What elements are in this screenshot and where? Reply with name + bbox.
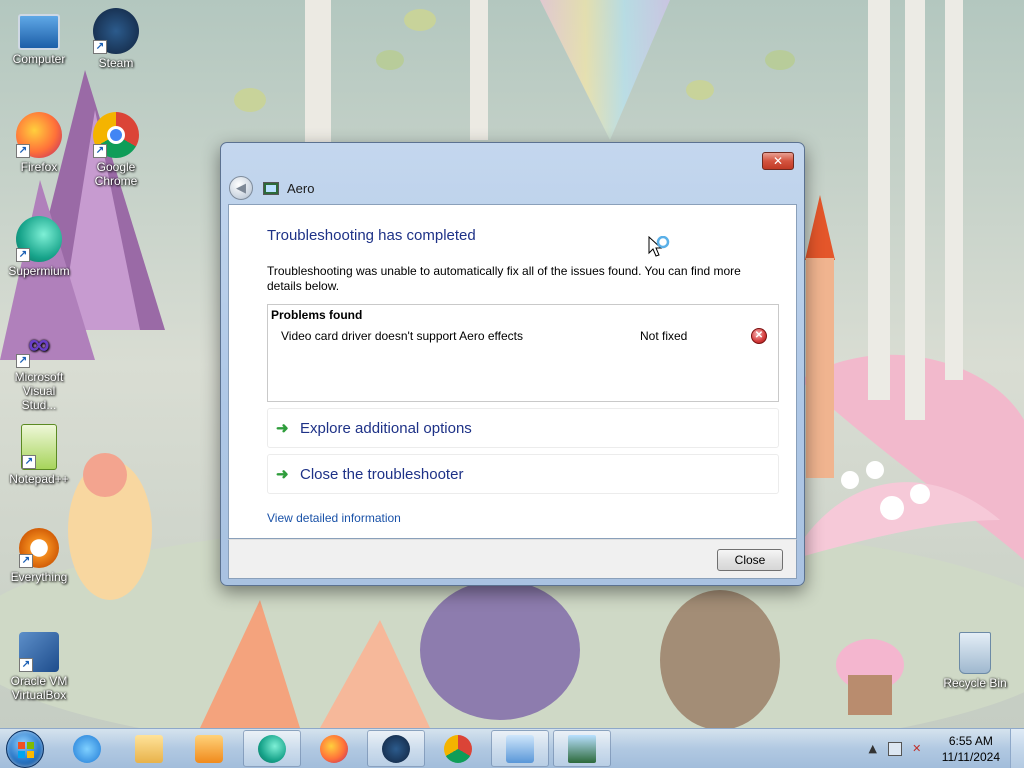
shortcut-arrow-icon: ↗ bbox=[19, 658, 33, 672]
recycle-bin-icon bbox=[959, 632, 991, 674]
visual-studio-icon: ∞ ↗ bbox=[16, 322, 62, 368]
result-description: Troubleshooting was unable to automatica… bbox=[267, 264, 741, 293]
problems-header: Problems found bbox=[271, 308, 363, 322]
clock-time: 6:55 AM bbox=[948, 734, 993, 748]
shortcut-arrow-icon: ↗ bbox=[93, 40, 107, 54]
taskbar-chrome[interactable] bbox=[429, 730, 487, 767]
show-hidden-icons-icon[interactable]: ▲ bbox=[866, 742, 880, 756]
busy-cursor-icon bbox=[648, 236, 670, 257]
chrome-icon bbox=[444, 734, 472, 763]
desktop-icon-virtualbox[interactable]: ↗ Oracle VM VirtualBox bbox=[1, 632, 77, 702]
shortcut-arrow-icon: ↗ bbox=[16, 248, 30, 262]
desktop-icon-firefox[interactable]: ↗ Firefox bbox=[1, 112, 77, 174]
supermium-icon bbox=[258, 734, 286, 763]
taskbar-supermium[interactable] bbox=[243, 730, 301, 767]
desktop-icon-label: Supermium bbox=[8, 264, 70, 278]
computer-icon bbox=[18, 14, 60, 50]
clock-date: 11/11/2024 bbox=[941, 750, 1000, 764]
supermium-icon: ↗ bbox=[16, 216, 62, 262]
everything-icon: ↗ bbox=[19, 528, 59, 568]
shortcut-arrow-icon: ↗ bbox=[16, 354, 30, 368]
close-button[interactable]: Close bbox=[717, 549, 783, 571]
taskbar-control-panel[interactable] bbox=[491, 730, 549, 767]
desktop-icon-label: Everything bbox=[10, 570, 68, 584]
taskbar-aero-troubleshooter[interactable] bbox=[553, 730, 611, 767]
taskbar: ▲ ✕ 6:55 AM 11/11/2024 bbox=[0, 728, 1024, 768]
error-icon: ✕ bbox=[751, 328, 767, 344]
system-tray: ▲ ✕ 6:55 AM 11/11/2024 bbox=[866, 729, 1024, 768]
option-label: Explore additional options bbox=[300, 419, 472, 437]
view-details-link[interactable]: View detailed information bbox=[267, 511, 401, 525]
desktop-icon-label: Microsoft Visual Stud... bbox=[14, 370, 64, 412]
desktop-icon-label: Computer bbox=[12, 52, 66, 66]
desktop-icon-notepadpp[interactable]: ↗ Notepad++ bbox=[1, 424, 77, 486]
desktop-icon-everything[interactable]: ↗ Everything bbox=[1, 528, 77, 584]
firefox-icon bbox=[320, 734, 348, 763]
chrome-center bbox=[107, 126, 125, 144]
desktop-icon-chrome[interactable]: ↗ Google Chrome bbox=[78, 112, 154, 188]
show-desktop-button[interactable] bbox=[1010, 729, 1024, 768]
desktop-icon-supermium[interactable]: ↗ Supermium bbox=[1, 216, 77, 278]
desktop-icon-label: Firefox bbox=[20, 160, 58, 174]
problems-found-panel: Problems found Video card driver doesn't… bbox=[267, 304, 779, 402]
aero-app-icon bbox=[263, 181, 279, 195]
desktop-icon-steam[interactable]: ↗ Steam bbox=[78, 8, 154, 70]
folder-icon bbox=[135, 734, 163, 763]
problem-status: Not fixed bbox=[640, 329, 688, 343]
control-panel-icon bbox=[506, 734, 534, 763]
dialog-content: Troubleshooting has completed Troublesho… bbox=[228, 204, 797, 539]
desktop-icon-label: Notepad++ bbox=[9, 472, 69, 486]
start-button[interactable] bbox=[6, 730, 44, 768]
dialog-footer: Close bbox=[228, 539, 797, 579]
close-icon: ✕ bbox=[772, 154, 784, 168]
troubleshooter-window: ✕ ◀ Aero Troubleshooting has completed T… bbox=[220, 142, 805, 586]
desktop-icon-label: Google Chrome bbox=[94, 160, 138, 188]
notepadpp-icon: ↗ bbox=[21, 424, 57, 470]
media-player-icon bbox=[195, 734, 223, 763]
virtualbox-icon: ↗ bbox=[19, 632, 59, 672]
firefox-icon: ↗ bbox=[16, 112, 62, 158]
problem-name: Video card driver doesn't support Aero e… bbox=[281, 329, 523, 343]
page-title: Troubleshooting has completed bbox=[267, 227, 476, 244]
steam-icon: ↗ bbox=[93, 8, 139, 54]
internet-explorer-icon bbox=[73, 734, 101, 763]
taskbar-clock[interactable]: 6:55 AM 11/11/2024 bbox=[942, 733, 1000, 765]
taskbar-steam[interactable] bbox=[367, 730, 425, 767]
taskbar-media-player[interactable] bbox=[180, 730, 238, 767]
desktop-icon-recycle-bin[interactable]: Recycle Bin bbox=[937, 632, 1013, 690]
desktop-icon-label: Recycle Bin bbox=[943, 676, 1007, 690]
volume-muted-icon[interactable]: ✕ bbox=[910, 742, 924, 756]
explore-options-link[interactable]: ➜ Explore additional options bbox=[267, 408, 779, 448]
shortcut-arrow-icon: ↗ bbox=[22, 455, 36, 469]
green-arrow-icon: ➜ bbox=[276, 420, 289, 437]
taskbar-internet-explorer[interactable] bbox=[58, 730, 116, 767]
close-troubleshooter-link[interactable]: ➜ Close the troubleshooter bbox=[267, 454, 779, 494]
shortcut-arrow-icon: ↗ bbox=[16, 144, 30, 158]
desktop-icon-label: Oracle VM VirtualBox bbox=[10, 674, 68, 702]
steam-icon bbox=[382, 734, 410, 763]
window-close-button[interactable]: ✕ bbox=[762, 152, 794, 170]
navigation-bar: ◀ Aero bbox=[229, 175, 314, 201]
back-button[interactable]: ◀ bbox=[229, 176, 253, 200]
window-title: Aero bbox=[287, 180, 315, 196]
aero-app-icon bbox=[568, 734, 596, 763]
desktop-icon-visual-studio[interactable]: ∞ ↗ Microsoft Visual Stud... bbox=[1, 322, 77, 412]
back-arrow-icon: ◀ bbox=[236, 180, 246, 196]
network-icon[interactable] bbox=[887, 742, 902, 756]
windows-logo-icon bbox=[18, 742, 34, 758]
desktop-icon-computer[interactable]: Computer bbox=[1, 8, 77, 66]
taskbar-firefox[interactable] bbox=[305, 730, 363, 767]
green-arrow-icon: ➜ bbox=[276, 466, 289, 483]
option-label: Close the troubleshooter bbox=[300, 465, 464, 483]
taskbar-file-explorer[interactable] bbox=[120, 730, 178, 767]
shortcut-arrow-icon: ↗ bbox=[93, 144, 107, 158]
desktop-icon-label: Steam bbox=[98, 56, 134, 70]
chrome-icon: ↗ bbox=[93, 112, 139, 158]
shortcut-arrow-icon: ↗ bbox=[19, 554, 33, 568]
